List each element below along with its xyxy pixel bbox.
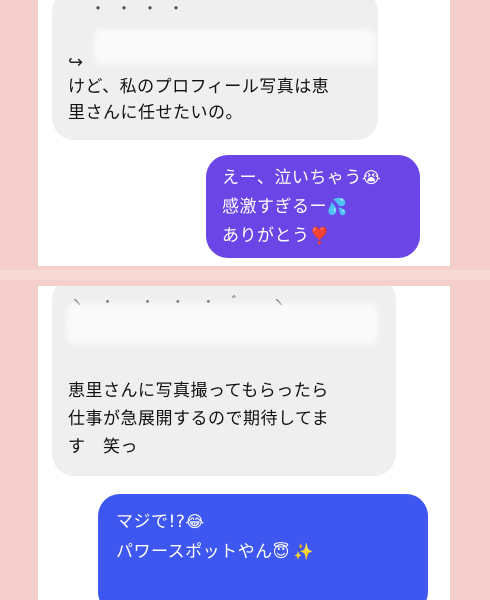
message-line: 仕事が急展開するので期待してま <box>68 409 330 429</box>
cropped-text-fragment: ・・・・ <box>90 0 195 18</box>
message-text: ありがとう <box>222 226 310 246</box>
heart-exclamation-icon: ❣️ <box>309 226 330 245</box>
message-text: パワースポットやん <box>116 542 273 562</box>
chat-panel-2: ヽ ・ ・ ・ ・ ゛ ヽ 恵里さんに写真撮ってもらったら 仕事が急展開するので… <box>38 286 450 600</box>
redacted-text <box>94 30 376 64</box>
message-line: けど、私のプロフィール写真は恵 <box>68 77 330 97</box>
outgoing-message-bubble: マジで!?😂 パワースポットやん😇 ✨ <box>98 494 428 600</box>
message-line: パワースポットやん😇 ✨ <box>116 538 314 566</box>
outgoing-message-bubble: えー、泣いちゃう😭 感激すぎるー💦 ありがとう❣️ <box>206 155 420 258</box>
message-line: す 笑っ <box>68 437 138 457</box>
crying-face-icon: 😭 <box>361 168 382 187</box>
sweat-droplets-icon: 💦 <box>327 197 348 216</box>
sparkles-icon: ✨ <box>293 542 315 561</box>
reply-arrow-icon: ↪ <box>68 52 84 73</box>
message-text: 感激すぎるー <box>222 197 327 217</box>
message-line: 恵里さんに写真撮ってもらったら <box>68 381 329 401</box>
tears-of-joy-icon: 😂 <box>185 512 205 531</box>
chat-panel-1: ・・・・ ↪ けど、私のプロフィール写真は恵 里さんに任せたいの。 えー、泣いち… <box>38 0 450 266</box>
halo-face-icon: 😇 <box>272 542 290 561</box>
incoming-message-bubble: ・・・・ ↪ けど、私のプロフィール写真は恵 里さんに任せたいの。 <box>52 0 378 140</box>
message-line: マジで!?😂 <box>116 508 205 536</box>
message-line: えー、泣いちゃう😭 <box>222 164 381 192</box>
redacted-text <box>66 304 378 344</box>
incoming-message-bubble: ヽ ・ ・ ・ ・ ゛ ヽ 恵里さんに写真撮ってもらったら 仕事が急展開するので… <box>52 286 396 476</box>
message-text: えー、泣いちゃう <box>222 168 362 188</box>
message-line: ありがとう❣️ <box>222 222 330 250</box>
message-line: 感激すぎるー💦 <box>222 193 347 221</box>
message-text: マジで!? <box>116 512 186 532</box>
message-line: 里さんに任せたいの。 <box>68 103 243 123</box>
